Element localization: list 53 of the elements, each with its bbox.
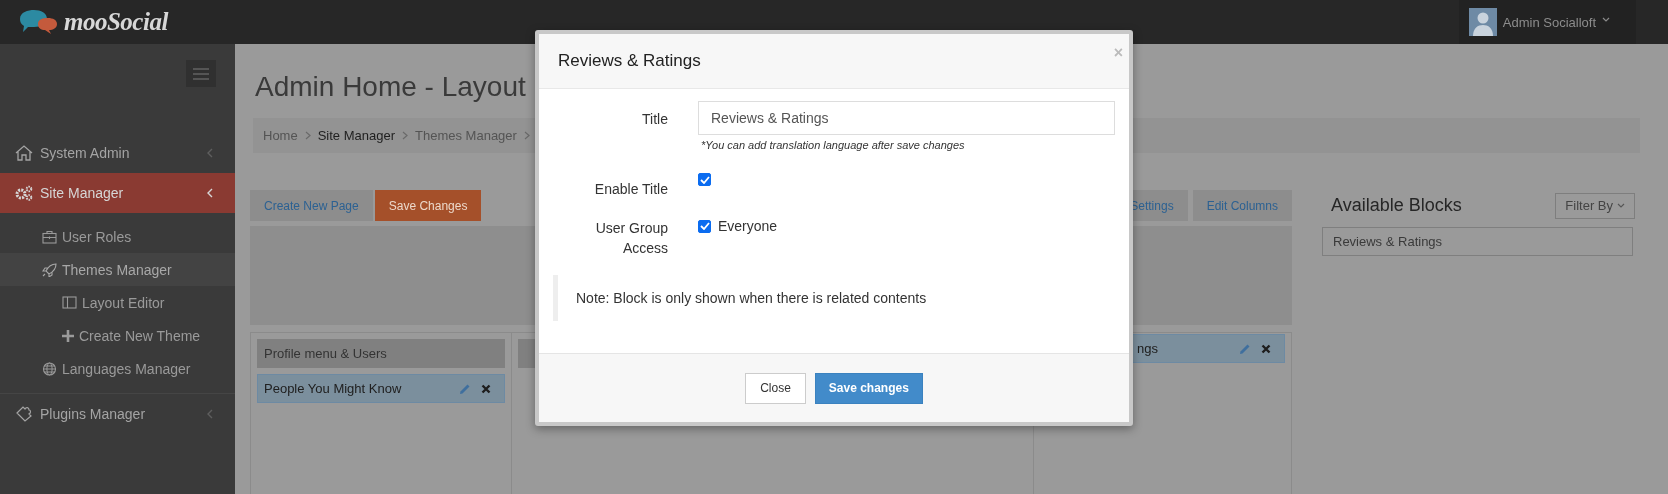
brand-name[interactable]: mooSocial xyxy=(64,8,168,36)
note-text: Note: Block is only shown when there is related contents xyxy=(576,290,927,306)
menu-icon xyxy=(193,67,209,80)
gears-icon xyxy=(15,185,33,201)
filter-dropdown[interactable]: Filter By xyxy=(1555,192,1635,219)
plus-icon xyxy=(62,329,74,342)
sidebar-item[interactable]: Languages Manager xyxy=(0,352,235,385)
dialog-button[interactable]: Close xyxy=(745,372,806,404)
breadcrumb-link[interactable]: Site Manager xyxy=(317,128,395,143)
breadcrumb-link[interactable]: Home xyxy=(263,128,298,143)
chevron-icon xyxy=(523,131,530,140)
chevron-icon xyxy=(207,148,213,158)
caret-icon xyxy=(1602,16,1610,22)
columns-icon xyxy=(62,296,77,309)
sidebar-item[interactable]: Themes Manager xyxy=(0,253,235,286)
title-input[interactable]: Reviews & Ratings xyxy=(698,101,1115,135)
close-icon[interactable] xyxy=(481,383,491,394)
chat-bubbles-icon xyxy=(18,9,58,35)
checkbox-label: Everyone xyxy=(718,218,778,234)
puzzle-icon xyxy=(15,406,33,422)
avatar-icon xyxy=(1468,8,1497,36)
sidebar-item[interactable]: Site Manager xyxy=(0,173,235,213)
block-item[interactable]: People You Might Know xyxy=(257,374,505,403)
chevron-icon xyxy=(207,188,213,198)
close-icon[interactable] xyxy=(1261,343,1271,354)
column-header: Profile menu & Users xyxy=(257,339,505,368)
checkbox[interactable] xyxy=(698,173,711,186)
chevron-icon xyxy=(304,131,311,140)
dialog-button[interactable]: Save changes xyxy=(814,372,923,404)
checkbox[interactable] xyxy=(698,219,711,233)
field-label: Title xyxy=(641,110,668,129)
modal-title: Reviews & Ratings xyxy=(558,51,701,71)
sidebar-item[interactable]: Plugins Manager xyxy=(0,394,235,434)
toolbar-button[interactable]: Save Changes xyxy=(374,190,482,221)
caret-icon xyxy=(1617,203,1625,208)
field-hint: *You can add translation language after save changes xyxy=(700,139,966,151)
sidebar-item[interactable]: Layout Editor xyxy=(0,286,235,319)
sidebar-item[interactable]: Create New Theme xyxy=(0,319,235,352)
breadcrumb-link[interactable]: Themes Manager xyxy=(415,128,517,143)
home-icon xyxy=(15,145,33,161)
briefcase-icon xyxy=(42,229,57,244)
rocket-icon xyxy=(42,262,57,277)
chevron-icon xyxy=(402,131,408,140)
user-menu[interactable]: Admin Socialloft xyxy=(1458,0,1636,44)
sidebar-item[interactable]: User Roles xyxy=(0,220,235,253)
page-title: Admin Home - Layout xyxy=(255,70,527,104)
chevron-icon xyxy=(207,409,213,419)
section-title: Available Blocks xyxy=(1331,195,1462,216)
globe-icon xyxy=(42,361,57,376)
field-label: User Group Access xyxy=(594,219,668,258)
sidebar-item[interactable]: System Admin xyxy=(0,133,235,173)
block-item[interactable]: Reviews & Ratings xyxy=(1322,227,1633,256)
field-label: Enable Title xyxy=(593,180,668,199)
